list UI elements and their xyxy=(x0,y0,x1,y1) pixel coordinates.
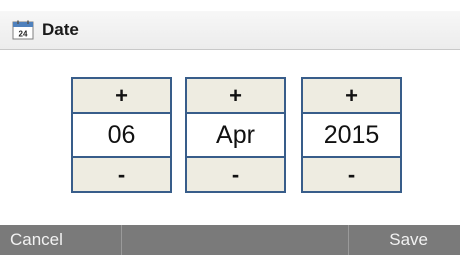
year-decrement-button[interactable]: - xyxy=(303,156,400,191)
month-increment-button[interactable]: + xyxy=(187,79,284,114)
save-button[interactable]: Save xyxy=(349,225,460,255)
year-increment-button[interactable]: + xyxy=(303,79,400,114)
year-spinner: + 2015 - xyxy=(301,77,402,193)
day-increment-button[interactable]: + xyxy=(73,79,170,114)
calendar-icon: 24 xyxy=(12,20,34,40)
month-spinner: + Apr - xyxy=(185,77,286,193)
year-value: 2015 xyxy=(303,114,400,156)
softkey-middle xyxy=(122,225,349,255)
day-spinner: + 06 - xyxy=(71,77,172,193)
cancel-button[interactable]: Cancel xyxy=(0,225,122,255)
calendar-icon-day: 24 xyxy=(19,30,28,39)
title-bar: 24 Date xyxy=(0,11,460,50)
day-value: 06 xyxy=(73,114,170,156)
softkey-bar: Cancel Save xyxy=(0,225,460,255)
day-decrement-button[interactable]: - xyxy=(73,156,170,191)
page-title: Date xyxy=(42,20,79,39)
month-value: Apr xyxy=(187,114,284,156)
month-decrement-button[interactable]: - xyxy=(187,156,284,191)
